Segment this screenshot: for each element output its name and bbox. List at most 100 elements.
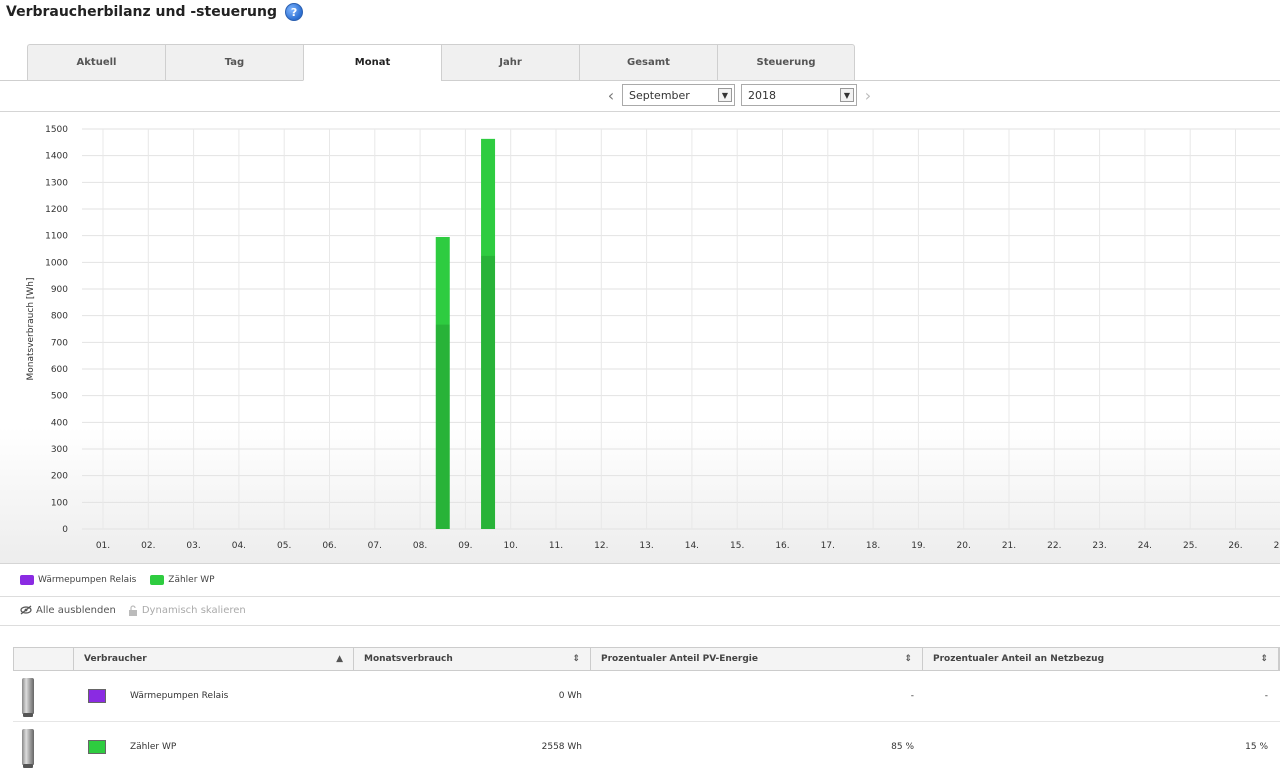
x-tick-label: 09. — [458, 541, 472, 551]
color-swatch — [88, 740, 106, 754]
y-tick-label: 1500 — [45, 125, 68, 135]
pv-share-cell: - — [910, 691, 914, 701]
dynamic-scale-button[interactable]: Dynamisch skalieren — [128, 605, 246, 616]
x-tick-label: 21. — [1002, 541, 1016, 551]
y-tick-label: 400 — [51, 418, 68, 428]
year-value: 2018 — [748, 88, 776, 102]
name-cell: Wärmepumpen Relais — [73, 671, 353, 721]
x-tick-label: 10. — [504, 541, 518, 551]
page: Verbraucherbilanz und -steuerung ? Aktue… — [0, 0, 1280, 772]
tab-monat[interactable]: Monat — [303, 44, 441, 81]
column-label: Monatsverbrauch — [364, 654, 453, 664]
chart-area: 0 100 200 300 400 500 600 700 800 900 1000 1100 1200… — [0, 111, 1280, 564]
consumer-table: Verbraucher ▲ Monatsverbrauch ⇕ Prozentu… — [13, 647, 1280, 772]
y-tick-label: 500 — [51, 392, 68, 402]
year-select[interactable]: 2018 ▼ — [741, 84, 857, 106]
table-row[interactable]: Wärmepumpen Relais 0 Wh - - — [13, 671, 1280, 722]
consumption-cell: 2558 Wh — [541, 742, 582, 752]
x-tick-label: 17. — [821, 541, 835, 551]
column-header-pv-anteil[interactable]: Prozentualer Anteil PV-Energie ⇕ — [591, 648, 923, 670]
legend-swatch — [20, 575, 34, 585]
hide-all-button[interactable]: Alle ausblenden — [20, 605, 116, 616]
column-label: Prozentualer Anteil an Netzbezug — [933, 654, 1105, 664]
next-month-icon[interactable]: › — [863, 86, 873, 105]
x-tick-label: 22. — [1047, 541, 1061, 551]
chart-legend: Wärmepumpen Relais Zähler WP — [20, 572, 215, 588]
y-tick-label: 700 — [51, 338, 68, 348]
x-tick-label: 04. — [232, 541, 246, 551]
tab-bar: Aktuell Tag Monat Jahr Gesamt Steuerung — [27, 44, 855, 81]
column-header-netzbezug-anteil[interactable]: Prozentualer Anteil an Netzbezug ⇕ — [923, 648, 1279, 670]
chevron-down-icon[interactable]: ▼ — [840, 88, 854, 102]
y-tick-label: 1100 — [45, 232, 68, 242]
y-tick-label: 900 — [51, 285, 68, 295]
consumption-cell: 0 Wh — [558, 691, 582, 701]
legend-item-waermepumpen-relais[interactable]: Wärmepumpen Relais — [20, 575, 136, 585]
chart-tools: Alle ausblenden Dynamisch skalieren — [20, 603, 246, 617]
x-tick-label: 19. — [911, 541, 925, 551]
tab-gesamt[interactable]: Gesamt — [579, 44, 717, 81]
y-tick-label: 600 — [51, 365, 68, 375]
column-header-monatsverbrauch[interactable]: Monatsverbrauch ⇕ — [354, 648, 591, 670]
column-label: Verbraucher — [84, 654, 147, 664]
page-title: Verbraucherbilanz und -steuerung — [6, 4, 278, 20]
y-axis-label: Monatsverbrauch [Wh] — [26, 277, 36, 380]
legend-item-zaehler-wp[interactable]: Zähler WP — [150, 575, 215, 585]
device-icon — [22, 729, 34, 768]
x-tick-label: 07. — [368, 541, 382, 551]
x-tick-label: 05. — [277, 541, 291, 551]
page-header: Verbraucherbilanz und -steuerung ? — [6, 2, 304, 22]
consumer-name: Wärmepumpen Relais — [130, 691, 229, 701]
legend-label: Zähler WP — [168, 575, 215, 585]
eye-slash-icon — [20, 605, 32, 615]
help-icon[interactable]: ? — [285, 3, 304, 21]
x-tick-label: 13. — [639, 541, 653, 551]
previous-month-icon[interactable]: ‹ — [606, 86, 616, 105]
x-tick-label: 16. — [775, 541, 789, 551]
tab-steuerung[interactable]: Steuerung — [717, 44, 855, 81]
y-tick-label: 1300 — [45, 178, 68, 188]
legend-label: Wärmepumpen Relais — [38, 575, 137, 585]
sort-icon[interactable]: ⇕ — [1260, 654, 1268, 664]
column-label: Prozentualer Anteil PV-Energie — [601, 654, 758, 664]
x-tick-label: 27. — [1274, 541, 1280, 551]
x-tick-label: 06. — [322, 541, 336, 551]
grid-share-cell: - — [1264, 691, 1268, 701]
x-tick-label: 15. — [730, 541, 744, 551]
x-tick-label: 18. — [866, 541, 880, 551]
y-tick-label: 300 — [51, 445, 68, 455]
hide-all-label: Alle ausblenden — [36, 604, 116, 616]
sort-icon[interactable]: ⇕ — [904, 654, 912, 664]
x-tick-label: 08. — [413, 541, 427, 551]
month-select[interactable]: September ▼ — [622, 84, 735, 106]
x-tick-label: 14. — [685, 541, 699, 551]
y-tick-label: 100 — [51, 498, 68, 508]
device-cell — [13, 722, 73, 772]
x-tick-label: 03. — [186, 541, 200, 551]
divider — [0, 596, 1280, 597]
y-tick-label: 1000 — [45, 258, 68, 268]
color-swatch — [88, 689, 106, 703]
tab-tag[interactable]: Tag — [165, 44, 303, 81]
sort-icon[interactable]: ⇕ — [572, 654, 580, 664]
y-tick-label: 1400 — [45, 152, 68, 162]
x-tick-label: 01. — [96, 541, 110, 551]
column-header-verbraucher[interactable]: Verbraucher ▲ — [74, 648, 354, 670]
column-header-icon — [14, 648, 74, 670]
sort-asc-icon[interactable]: ▲ — [336, 654, 343, 664]
x-tick-label: 20. — [957, 541, 971, 551]
y-tick-label: 0 — [62, 525, 68, 535]
consumer-name: Zähler WP — [130, 742, 177, 752]
tab-jahr[interactable]: Jahr — [441, 44, 579, 81]
legend-swatch — [150, 575, 165, 585]
chevron-down-icon[interactable]: ▼ — [718, 88, 732, 102]
divider — [0, 625, 1280, 626]
x-tick-label: 25. — [1183, 541, 1197, 551]
x-tick-label: 24. — [1138, 541, 1152, 551]
table-header: Verbraucher ▲ Monatsverbrauch ⇕ Prozentu… — [13, 647, 1280, 671]
x-tick-label: 02. — [141, 541, 155, 551]
dynamic-scale-label: Dynamisch skalieren — [141, 604, 246, 616]
table-row[interactable]: Zähler WP 2558 Wh 85 % 15 % — [13, 722, 1280, 772]
monthly-consumption-chart: 0 100 200 300 400 500 600 700 800 900 1000 1100 1200… — [26, 125, 1280, 551]
tab-aktuell[interactable]: Aktuell — [27, 44, 165, 81]
